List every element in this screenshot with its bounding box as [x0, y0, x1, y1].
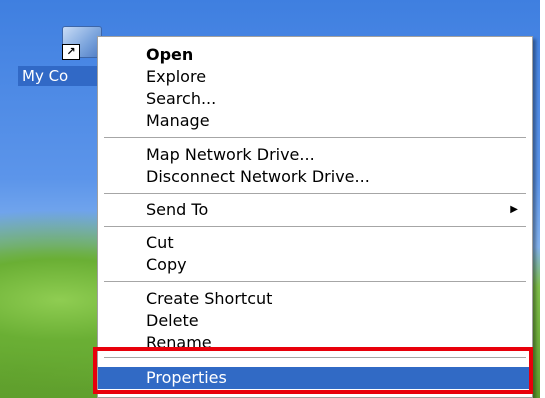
menu-item-send-to-label: Send To	[146, 200, 209, 219]
menu-item-map-network-drive[interactable]: Map Network Drive...	[98, 144, 532, 166]
menu-item-cut[interactable]: Cut	[98, 232, 532, 254]
menu-item-create-shortcut[interactable]: Create Shortcut	[98, 288, 532, 310]
menu-item-copy[interactable]: Copy	[98, 254, 532, 276]
menu-item-send-to[interactable]: Send To ▶	[98, 199, 532, 221]
menu-separator	[104, 226, 526, 227]
menu-item-open[interactable]: Open	[98, 44, 532, 66]
menu-item-manage[interactable]: Manage	[98, 110, 532, 132]
shortcut-arrow-icon: ↗	[62, 44, 80, 60]
desktop-icon-label[interactable]: My Co	[18, 66, 108, 86]
highlight-annotation-box	[93, 347, 533, 394]
menu-item-disconnect-network-drive[interactable]: Disconnect Network Drive...	[98, 166, 532, 188]
menu-separator	[104, 193, 526, 194]
context-menu: Open Explore Search... Manage Map Networ…	[97, 36, 533, 398]
menu-item-search[interactable]: Search...	[98, 88, 532, 110]
menu-item-explore[interactable]: Explore	[98, 66, 532, 88]
menu-item-delete[interactable]: Delete	[98, 310, 532, 332]
menu-separator	[104, 137, 526, 138]
menu-separator	[104, 281, 526, 282]
submenu-arrow-icon: ▶	[510, 204, 518, 215]
